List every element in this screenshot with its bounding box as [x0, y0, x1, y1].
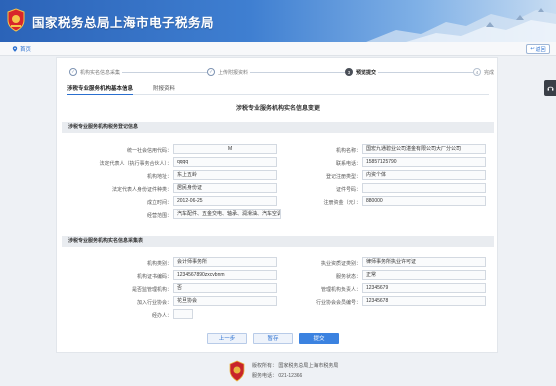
step-2-label: 上传附报资料 [218, 69, 249, 76]
prev-button[interactable]: 上一步 [207, 333, 247, 344]
id-number-field [362, 183, 486, 193]
org-category-field: 会计师事务所 [173, 257, 277, 267]
save-draft-button[interactable]: 暂存 [253, 333, 293, 344]
service-status-field: 正常 [362, 270, 486, 280]
regulated-field: 否 [173, 283, 277, 293]
founded-field: 2012-06-25 [173, 196, 277, 206]
address-field: 东上五岭 [173, 170, 277, 180]
capital-field: 880000 [362, 196, 486, 206]
scope-field: 汽车配件、五金交电、轴承、润滑油、汽车空调、普通 [173, 209, 281, 219]
id-type-label: 法定代表人身份证件种类： [111, 187, 172, 193]
side-float-button[interactable] [544, 80, 556, 96]
id-number-label: 证件号码： [335, 187, 361, 193]
breadcrumb-bar: 首页 ↩ 返回 [0, 42, 556, 56]
tab-basic-info[interactable]: 涉税专业服务机构基本信息 [67, 84, 134, 95]
license-type-field: 律师事务所执业许可证 [362, 257, 486, 267]
tab-bar: 涉税专业服务机构基本信息 附报资料 [67, 84, 489, 95]
founded-label: 成立时间： [146, 200, 172, 206]
regulated-label: 是否监管理机构： [131, 287, 172, 293]
org-category-label: 机构类别： [146, 261, 172, 267]
step-2-dot: ✓ [207, 68, 215, 76]
submit-button[interactable]: 提交 [299, 333, 339, 344]
step-1: ✓ 机构实名信息采集 [69, 68, 123, 76]
step-2: ✓ 上传附报资料 [207, 68, 251, 76]
cert-code-field: 1234567890zxcvbnm [173, 270, 277, 280]
step-3-label: 预览提交 [356, 69, 377, 76]
step-3: 3 预览提交 [345, 68, 379, 76]
handler-label: 经办人： [151, 313, 172, 319]
license-type-label: 执业资质证类别： [320, 261, 361, 267]
legal-rep-field: qqqq [173, 157, 277, 167]
action-bar: 上一步 暂存 提交 [57, 333, 499, 345]
step-4: 4 完成 [473, 68, 497, 76]
manager-label: 管理机构负责人： [320, 287, 361, 293]
section-registration-header: 涉税专业服务机构税务登记信息 [62, 122, 494, 133]
reg-type-label: 登记注册类型： [325, 174, 361, 180]
tab-attachments[interactable]: 附报资料 [153, 84, 175, 95]
great-wall-banner [366, 8, 556, 42]
back-button-label: 返回 [535, 46, 546, 53]
step-1-label: 机构实名信息采集 [80, 69, 121, 76]
cert-code-label: 机构证书编码： [136, 274, 172, 280]
credit-code-label: 统一社会信用代码： [126, 148, 172, 154]
association-field: 花旦协会 [173, 296, 277, 306]
site-footer: 版权所有： 国家税务总局上海市税务局 服务电话： 021-12366 [0, 354, 556, 386]
site-header: 国家税务总局上海市电子税务局 [0, 0, 556, 42]
manager-field: 12345679 [362, 283, 486, 293]
address-label: 机构地址： [146, 174, 172, 180]
site-title: 国家税务总局上海市电子税务局 [32, 16, 215, 30]
credit-code-field: M [173, 144, 277, 154]
step-3-dot: 3 [345, 68, 353, 76]
service-status-label: 服务状态： [335, 274, 361, 280]
credit-code-value: M [228, 146, 233, 152]
headset-icon [547, 86, 553, 91]
tax-emblem-icon [229, 360, 245, 382]
phone-label: 联系电话： [335, 161, 361, 167]
member-no-label: 行业协会会员编号： [315, 300, 361, 306]
footer-hotline: 服务电话： 021-12366 [252, 373, 303, 379]
phone-field: 15857125790 [362, 157, 486, 167]
legal-rep-label: 法定代表人（执行事务合伙人）： [99, 161, 172, 167]
tax-emblem-icon [7, 8, 25, 32]
main-panel: ✓ 机构实名信息采集 ✓ 上传附报资料 3 预览提交 4 完成 涉税专业服务机构… [56, 57, 498, 353]
section-realname-header: 涉税专业服务机构实名信息采集表 [62, 236, 494, 247]
footer-copyright: 版权所有： 国家税务总局上海市税务局 [252, 363, 339, 369]
member-no-field: 12345678 [362, 296, 486, 306]
steps-line [73, 72, 485, 73]
home-link[interactable]: 首页 [12, 45, 31, 53]
page-title: 涉税专业服务机构实名信息变更 [235, 106, 320, 112]
back-button[interactable]: ↩ 返回 [526, 44, 550, 54]
association-label: 加入行业协会： [136, 300, 172, 306]
capital-label: 注册资金（元）： [323, 200, 361, 206]
reg-type-field: 内资个体 [362, 170, 486, 180]
org-name-field: 国宏九通碧业公司湛金有限公司大厂分公司 [362, 144, 486, 154]
org-name-label: 机构名称： [335, 148, 361, 154]
handler-field [173, 309, 193, 319]
location-pin-icon [12, 46, 18, 52]
step-4-dot: 4 [473, 68, 481, 76]
back-arrow-icon: ↩ [530, 46, 535, 52]
home-link-label: 首页 [20, 47, 32, 53]
id-type-field: 居民身份证 [173, 183, 277, 193]
scope-label: 经营范围： [146, 213, 172, 219]
step-4-label: 完成 [484, 69, 495, 76]
step-1-dot: ✓ [69, 68, 77, 76]
progress-steps: ✓ 机构实名信息采集 ✓ 上传附报资料 3 预览提交 4 完成 [67, 66, 497, 80]
